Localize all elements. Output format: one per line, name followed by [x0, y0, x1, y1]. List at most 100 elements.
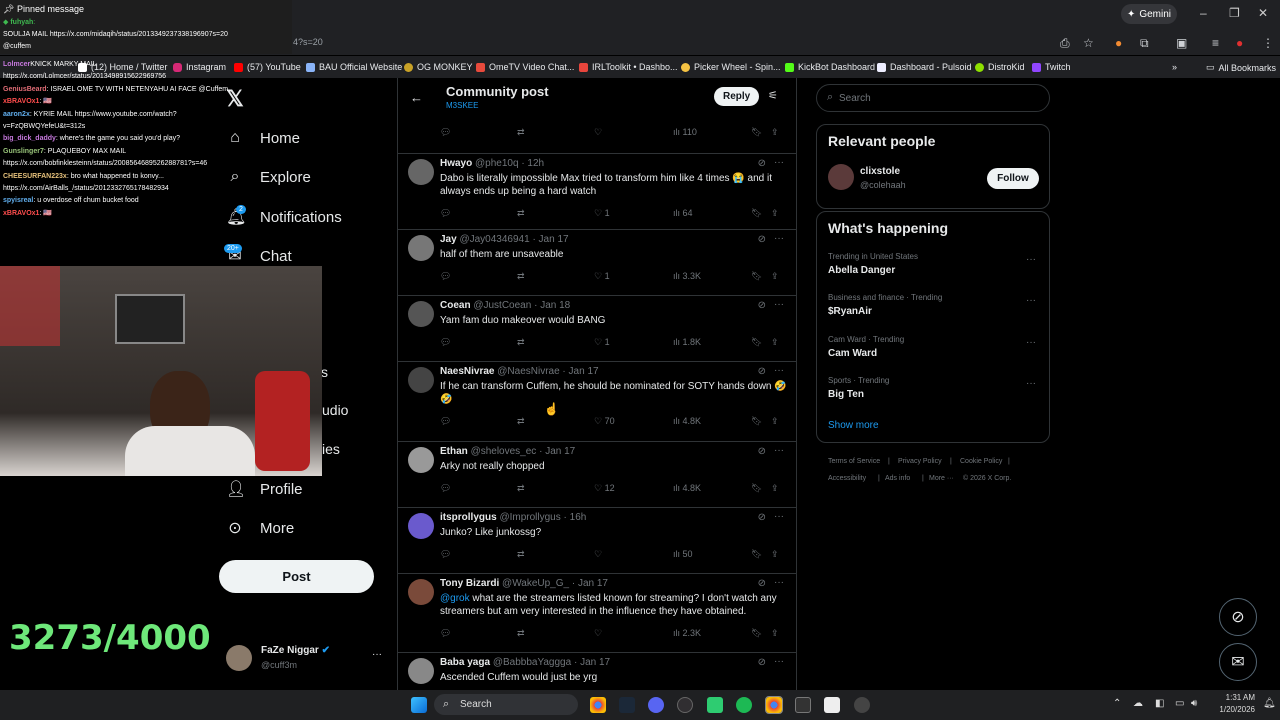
follow-button[interactable]: Follow — [987, 168, 1039, 189]
repost-icon[interactable]: ⇄ — [517, 628, 525, 639]
avatar[interactable] — [408, 301, 434, 327]
reply-button[interactable]: Reply — [714, 87, 760, 106]
repost-icon[interactable]: ⇄ — [517, 483, 525, 494]
grok-icon[interactable]: ⊘ — [758, 446, 766, 457]
close-icon[interactable]: ✕ — [1258, 6, 1268, 20]
clock-time[interactable]: 1:31 AM — [1215, 693, 1255, 702]
footer-link[interactable]: Ads info — [885, 475, 910, 482]
more-dots-icon[interactable]: ··· — [774, 365, 784, 376]
views-icon[interactable]: ılı 4.8K — [673, 416, 701, 426]
reply-icon[interactable]: 💬︎ — [440, 416, 451, 427]
chrome-active-icon[interactable] — [765, 696, 783, 714]
nav-profile[interactable]: 👤︎ Profile — [226, 479, 303, 499]
more-dots-icon[interactable]: ··· — [1026, 295, 1036, 306]
share-icon[interactable]: ⇪ — [771, 337, 779, 348]
more-dots-icon[interactable]: ··· — [774, 656, 784, 667]
person-name[interactable]: clixstole — [860, 166, 900, 177]
trend-name[interactable]: Abella Danger — [828, 265, 895, 276]
volume-icon[interactable]: 🔊︎ — [1191, 698, 1197, 709]
back-arrow-icon[interactable]: ← — [410, 90, 423, 105]
mention-link[interactable]: @grok — [440, 593, 470, 604]
extension-icon[interactable]: ● — [1115, 36, 1122, 50]
bookmark-star-icon[interactable]: ☆ — [1083, 36, 1094, 50]
bookmark-icon[interactable]: 🔖︎ — [751, 549, 762, 560]
reply-icon[interactable]: 💬︎ — [440, 127, 451, 138]
views-icon[interactable]: ılı 4.8K — [673, 483, 701, 493]
notification-bell-icon[interactable]: 🔔︎ — [1263, 698, 1276, 709]
share-icon[interactable]: ⇪ — [771, 208, 779, 219]
share-icon[interactable]: ⇪ — [771, 628, 779, 639]
network-icon[interactable]: ▭ — [1175, 698, 1184, 709]
nav-partial-label[interactable]: s — [321, 364, 328, 380]
bookmark-item[interactable]: DistroKid — [975, 62, 1025, 72]
cast-icon[interactable]: ⎙ — [1060, 36, 1070, 51]
messages-icon[interactable]: ✉ — [1219, 643, 1257, 681]
like-icon[interactable]: ♡ 1 — [594, 208, 610, 219]
more-dots-icon[interactable]: ··· — [774, 577, 784, 588]
avatar[interactable] — [408, 159, 434, 185]
bookmark-item[interactable]: BAU Official Website — [306, 62, 402, 72]
avatar[interactable] — [408, 235, 434, 261]
repost-icon[interactable]: ⇄ — [517, 271, 525, 282]
author-name[interactable]: Tony Bizardi — [440, 578, 499, 589]
like-icon[interactable]: ♡ 1 — [594, 337, 610, 348]
author-name[interactable]: NaesNivrae — [440, 366, 494, 377]
bookmark-icon[interactable]: 🔖︎ — [751, 337, 762, 348]
footer-link[interactable]: Privacy Policy — [898, 458, 942, 465]
account-switcher[interactable]: FaZe Niggar ✔ @cuff3m ··· — [226, 644, 406, 678]
trend-name[interactable]: $RyanAir — [828, 306, 872, 317]
app-icon[interactable] — [707, 697, 723, 713]
like-icon[interactable]: ♡ 12 — [594, 483, 615, 494]
bookmark-icon[interactable]: 🔖︎ — [751, 127, 762, 138]
footer-link[interactable]: Accessibility — [828, 475, 866, 482]
footer-link[interactable]: Terms of Service — [828, 458, 880, 465]
reply-icon[interactable]: 💬︎ — [440, 271, 451, 282]
sidepanel-icon[interactable]: ▣ — [1176, 36, 1187, 50]
trend-name[interactable]: Cam Ward — [828, 348, 877, 359]
reply-icon[interactable]: 💬︎ — [440, 208, 451, 219]
views-icon[interactable]: ılı 1.8K — [673, 337, 701, 347]
views-icon[interactable]: ılı 50 — [673, 549, 693, 559]
discord-icon[interactable] — [648, 697, 664, 713]
bookmark-item[interactable]: Picker Wheel - Spin... — [681, 62, 781, 72]
author-name[interactable]: itsprollygus — [440, 512, 497, 523]
grok-icon[interactable]: ⊘ — [758, 300, 766, 311]
grok-icon[interactable]: ⊘ — [758, 657, 766, 668]
clock-date[interactable]: 1/20/2026 — [1210, 705, 1255, 714]
views-icon[interactable]: ılı 3.3K — [673, 271, 701, 281]
author-name[interactable]: Baba yaga — [440, 657, 490, 668]
reply-icon[interactable]: 💬︎ — [440, 337, 451, 348]
avatar[interactable] — [408, 447, 434, 473]
more-dots-icon[interactable]: ··· — [1026, 378, 1036, 389]
post[interactable]: Hwayo @phe10q · 12h ⊘ ··· Dabo is litera… — [398, 153, 796, 233]
share-icon[interactable]: ⇪ — [771, 271, 779, 282]
like-icon[interactable]: ♡ — [594, 549, 602, 560]
browser-menu-icon[interactable]: ⋮ — [1262, 36, 1274, 50]
grok-icon[interactable]: ⊘ — [1219, 598, 1257, 636]
bookmark-item[interactable]: Twitch — [1032, 62, 1071, 72]
show-more-link[interactable]: Show more — [828, 420, 879, 431]
terminal-icon[interactable] — [795, 697, 811, 713]
app-icon[interactable] — [824, 697, 840, 713]
views-icon[interactable]: ılı 64 — [673, 208, 693, 218]
grok-icon[interactable]: ⊘ — [758, 158, 766, 169]
footer-link[interactable]: © 2026 X Corp. — [963, 475, 1011, 482]
footer-link[interactable]: Cookie Policy — [960, 458, 1002, 465]
chrome-icon[interactable] — [590, 697, 606, 713]
bookmark-icon[interactable]: 🔖︎ — [751, 483, 762, 494]
grok-icon[interactable]: ⊘ — [758, 578, 766, 589]
like-icon[interactable]: ♡ 1 — [594, 271, 610, 282]
taskbar-search[interactable]: ⌕ Search — [434, 694, 578, 715]
bookmark-icon[interactable]: 🔖︎ — [751, 271, 762, 282]
bookmark-item[interactable]: KickBot Dashboard — [785, 62, 875, 72]
reply-icon[interactable]: 💬︎ — [440, 483, 451, 494]
post[interactable]: Tony Bizardi @WakeUp_G_ · Jan 17 ⊘ ··· @… — [398, 573, 796, 653]
post[interactable]: NaesNivrae @NaesNivrae · Jan 17 ⊘ ··· If… — [398, 361, 796, 441]
trend-name[interactable]: Big Ten — [828, 389, 864, 400]
obs-icon[interactable] — [677, 697, 693, 713]
more-dots-icon[interactable]: ··· — [1026, 337, 1036, 348]
nav-more[interactable]: ⊙ More — [226, 518, 294, 538]
feed-column[interactable]: ← Community post M3SKEE Reply ⚟ 💬︎ ⇄ ♡ ı… — [397, 78, 797, 690]
views-icon[interactable]: ılı 2.3K — [673, 628, 701, 638]
repost-icon[interactable]: ⇄ — [517, 549, 525, 560]
